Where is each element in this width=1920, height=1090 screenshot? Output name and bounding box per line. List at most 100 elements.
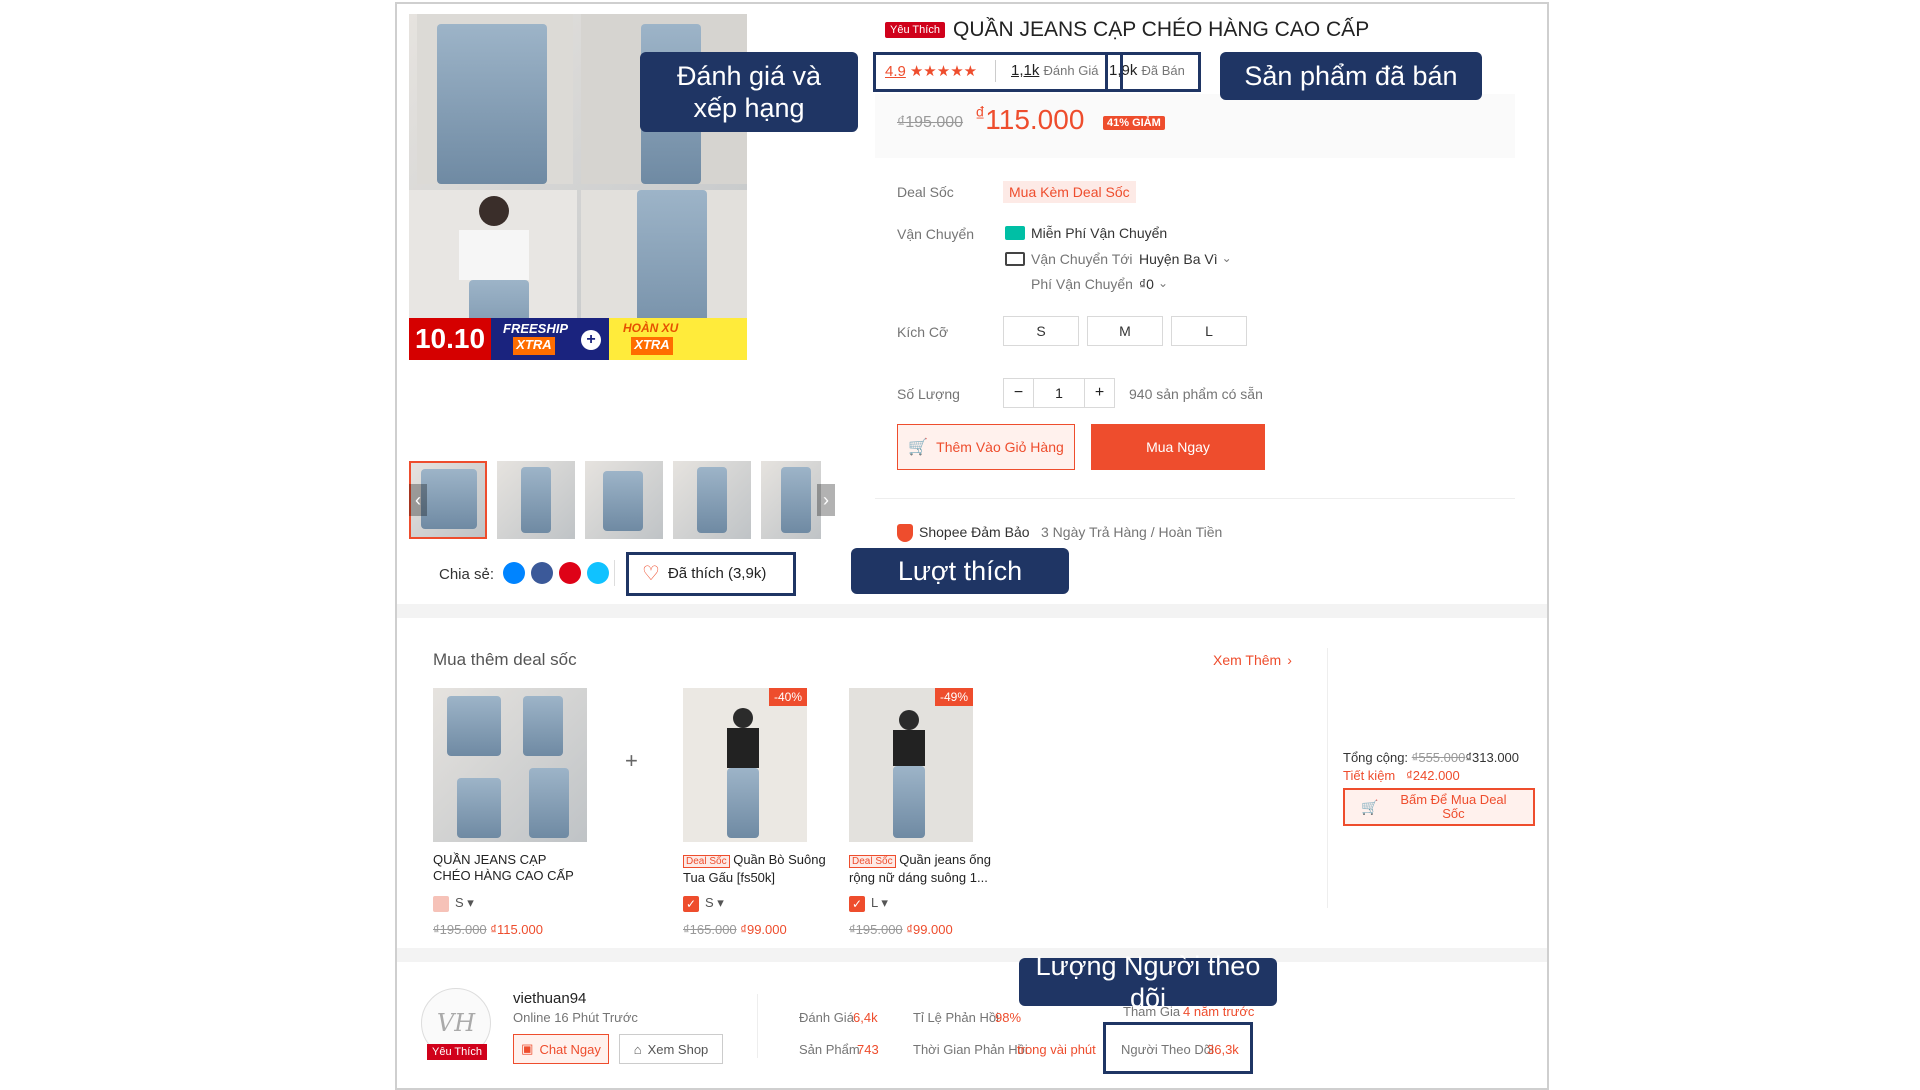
xtra-label-2: XTRA <box>631 337 673 355</box>
currency-symbol: ₫ <box>975 104 986 126</box>
deal-total-label: Tổng cộng: <box>1343 750 1409 765</box>
buy-now-label: Mua Ngay <box>1146 439 1210 455</box>
deal-item-checkbox-1[interactable] <box>433 896 449 912</box>
discount-badge-3: -49% <box>934 688 973 706</box>
deal-item-size-1[interactable]: S ▾ <box>455 895 474 911</box>
annotation-sold: Sản phẩm đã bán <box>1220 52 1482 100</box>
deal-item-checkbox-3[interactable]: ✓ <box>849 896 865 912</box>
thumbnail-4[interactable] <box>673 461 751 539</box>
size-option-m[interactable]: M <box>1087 316 1163 346</box>
deal-item-old-price-1: ₫195.000 <box>433 922 487 937</box>
size-option-s[interactable]: S <box>1003 316 1079 346</box>
ship-fee-value: ₫0 <box>1139 276 1154 292</box>
deal-item-name-2-line1: Quần Bò Suông <box>733 852 826 867</box>
price-value: 115.000 <box>985 104 1085 135</box>
shop-reviews-label: Đánh Giá <box>799 1010 854 1025</box>
deal-item-old-price-2: ₫165.000 <box>683 922 737 937</box>
shop-products-label: Sản Phẩm <box>799 1042 860 1057</box>
deal-item-name-2[interactable]: Deal Sốc Quần Bò Suông Tua Gấu [fs50k] <box>683 852 826 886</box>
annotation-rating-line2: xếp hạng <box>693 93 805 123</box>
buy-now-button[interactable]: Mua Ngay <box>1091 424 1265 470</box>
deal-item-size-3[interactable]: L ▾ <box>871 895 888 911</box>
deal-item-price-1: ₫195.000 ₫115.000 <box>433 922 543 937</box>
deal-label: Deal Sốc <box>897 184 954 200</box>
annotation-rating: Đánh giá và xếp hạng <box>640 52 858 132</box>
deal-item-image-1[interactable] <box>433 688 587 842</box>
view-shop-button[interactable]: ⌂ Xem Shop <box>619 1034 723 1064</box>
xtra-label: XTRA <box>513 337 555 355</box>
shield-icon <box>897 524 913 542</box>
annotation-likes: Lượt thích <box>851 548 1069 594</box>
deal-item-checkbox-2[interactable]: ✓ <box>683 896 699 912</box>
deal-item-new-price-2: ₫99.000 <box>740 922 787 937</box>
size-option-l[interactable]: L <box>1171 316 1247 346</box>
chat-now-button[interactable]: ▣ Chat Ngay <box>513 1034 609 1064</box>
ship-to-select[interactable]: Huyện Ba Vì ⌄ <box>1139 251 1232 267</box>
deal-item-size-2-value: S <box>705 895 714 910</box>
share-label: Chia sẻ: <box>439 566 495 583</box>
chevron-left-icon[interactable]: ‹ <box>409 484 427 516</box>
pinterest-icon[interactable] <box>559 562 581 584</box>
shop-name[interactable]: viethuan94 <box>513 990 586 1007</box>
deal-item-image-2[interactable]: -40% <box>683 688 807 842</box>
annotation-followers: Lượng Người theo dõi <box>1019 951 1277 1013</box>
likes-highlight-box <box>626 552 796 596</box>
deal-total-old: ₫555.000 <box>1411 750 1466 765</box>
thumbnail-5[interactable] <box>761 461 821 539</box>
see-more-link[interactable]: Xem Thêm › <box>1213 652 1292 668</box>
deal-item-size-2[interactable]: S ▾ <box>705 895 724 911</box>
promo-banner: 10.10 FREESHIP XTRA + HOÀN XU XTRA <box>409 318 747 360</box>
price-panel <box>875 94 1515 158</box>
chevron-right-icon[interactable]: › <box>817 484 835 516</box>
quantity-plus-button[interactable]: + <box>1084 379 1114 407</box>
deal-tag-3: Deal Sốc <box>849 855 896 868</box>
shop-reply-rate-value: 98% <box>995 1010 1022 1025</box>
deal-item-size-3-value: L <box>871 895 878 910</box>
quantity-input[interactable]: 1 <box>1034 379 1084 407</box>
deal-item-name-3-line2: rộng nữ dáng suông 1... <box>849 870 988 885</box>
deal-item-old-price-3: ₫195.000 <box>849 922 903 937</box>
discount-badge: 41% GIẢM <box>1103 116 1165 130</box>
sold-highlight-box <box>1105 52 1201 92</box>
deal-item-name-1[interactable]: QUẦN JEANS CẠP CHÉO HÀNG CAO CẤP <box>433 852 574 884</box>
discount-badge-2: -40% <box>768 688 807 706</box>
deal-item-name-3[interactable]: Deal Sốc Quần jeans ống rộng nữ dáng suô… <box>849 852 991 886</box>
twitter-icon[interactable] <box>587 562 609 584</box>
chevron-down-icon: ⌄ <box>1157 276 1169 290</box>
shipping-label: Vận Chuyển <box>897 226 975 242</box>
shop-reply-time-label: Thời Gian Phản Hồi <box>913 1042 1028 1057</box>
product-page: 10.10 FREESHIP XTRA + HOÀN XU XTRA ‹ › C… <box>395 2 1549 1090</box>
thumbnail-2[interactable] <box>497 461 575 539</box>
deal-total: Tổng cộng: ₫555.000₫313.000 <box>1343 750 1519 765</box>
annotation-rating-line1: Đánh giá và <box>676 60 822 91</box>
quantity-stepper[interactable]: − 1 + <box>1003 378 1115 408</box>
add-to-cart-button[interactable]: 🛒 Thêm Vào Giỏ Hàng <box>897 424 1075 470</box>
free-ship-icon <box>1005 226 1025 240</box>
deal-item-image-3[interactable]: -49% <box>849 688 973 842</box>
view-shop-label: Xem Shop <box>647 1041 709 1057</box>
deal-item-size-1-value: S <box>455 895 464 910</box>
deal-savings: Tiết kiệm ₫242.000 <box>1343 768 1460 783</box>
plus-icon: + <box>581 330 601 350</box>
deal-tag[interactable]: Mua Kèm Deal Sốc <box>1003 181 1136 203</box>
shop-reply-rate-label: Tỉ Lệ Phản Hồi <box>913 1010 999 1025</box>
deal-item-price-2: ₫165.000 ₫99.000 <box>683 922 787 937</box>
truck-icon <box>1005 252 1025 266</box>
hoanxu-label: HOÀN XU <box>623 321 679 335</box>
deal-item-name-2-line2: Tua Gấu [fs50k] <box>683 870 776 885</box>
facebook-icon[interactable] <box>531 562 553 584</box>
shop-avatar-text: VH <box>436 1009 476 1037</box>
thumbnail-3[interactable] <box>585 461 663 539</box>
cart-icon: 🛒 <box>908 439 929 456</box>
ship-to-label: Vận Chuyển Tới <box>1031 251 1133 267</box>
add-to-cart-label: Thêm Vào Giỏ Hàng <box>936 439 1064 455</box>
buy-deal-button[interactable]: 🛒 Bấm Để Mua Deal Sốc <box>1343 788 1535 826</box>
ship-fee-select[interactable]: ₫0 ⌄ <box>1139 276 1168 292</box>
chat-icon: ▣ <box>521 1041 534 1056</box>
ship-to-value: Huyện Ba Vì <box>1139 251 1218 267</box>
quantity-minus-button[interactable]: − <box>1004 379 1034 407</box>
messenger-icon[interactable] <box>503 562 525 584</box>
guarantee-label[interactable]: Shopee Đảm Bảo <box>919 524 1030 540</box>
deal-section-title: Mua thêm deal sốc <box>433 650 577 669</box>
free-ship-text: Miễn Phí Vận Chuyển <box>1031 225 1168 241</box>
